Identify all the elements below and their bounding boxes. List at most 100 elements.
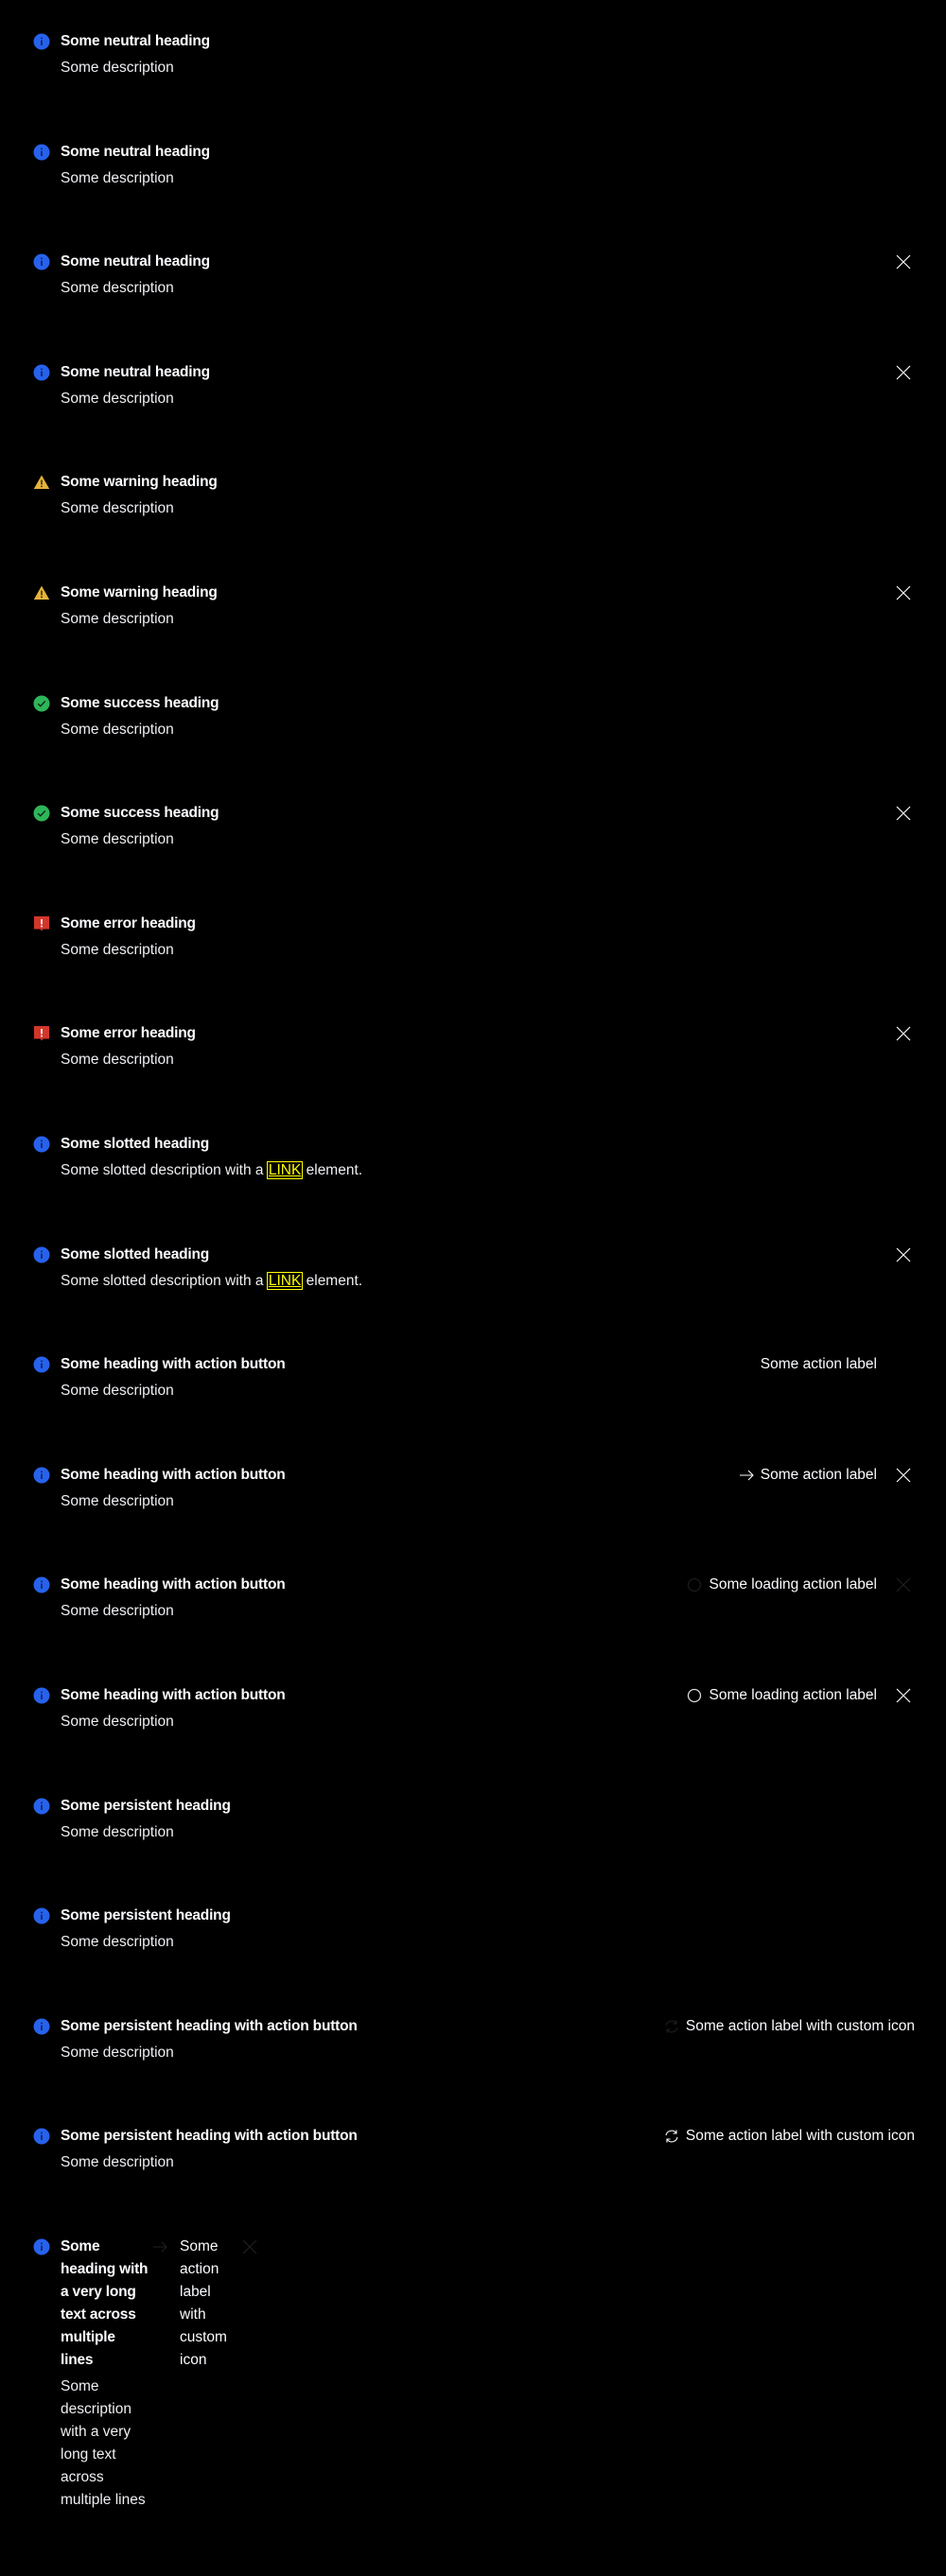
action-button[interactable]: Some action label with custom icon [663,2015,915,2038]
inline-notification-info: Some heading with action button Some desc… [0,1353,946,1463]
notification-content: Some slotted heading Some slotted descrip… [61,1133,362,1182]
spinner-icon [686,1687,703,1704]
notification-content: Some heading with action button Some desc… [61,1684,286,1733]
notification-description: Some description [61,2151,358,2174]
info-icon [33,2128,50,2145]
action-label: Some loading action label [709,1687,877,1703]
notification-heading: Some persistent heading [61,1797,231,1814]
notification-content: Some persistent heading with action butt… [61,2015,358,2064]
description-text: Some description [61,831,174,848]
notification-description: Some description [61,2042,358,2064]
notification-description: Some slotted description with a LINK ele… [61,1270,362,1293]
notification-description: Some description [61,1931,231,1954]
notification-content: Some persistent heading with action butt… [61,2125,358,2174]
description-text: Some slotted description with a [61,1272,264,1289]
action-button[interactable]: Some action label [761,1353,877,1376]
inline-notification-info: Some neutral heading Some description [0,30,946,140]
error-icon [33,1025,50,1042]
close-icon[interactable] [895,364,912,381]
warning-icon [33,474,50,491]
notification-description: Some description [61,388,210,410]
inline-notification-warning: Some warning heading Some description [0,471,946,581]
action-button[interactable]: Some loading action label [686,1574,877,1596]
inline-notification-success: Some success heading Some description [0,802,946,912]
inline-notification-info: Some heading with action button Some desc… [0,1464,946,1574]
notification-heading: Some neutral heading [61,143,210,160]
notification-heading: Some persistent heading [61,1907,231,1924]
info-icon [33,1907,50,1924]
description-text: Some description [61,1492,174,1509]
close-icon[interactable] [895,1467,912,1484]
close-icon[interactable] [895,253,912,270]
action-button[interactable]: Some loading action label [686,1684,877,1707]
description-text: Some description [61,721,174,738]
notification-heading: Some error heading [61,1025,196,1042]
action-button[interactable]: Some action label with custom icon [153,2236,231,2372]
action-label: Some action label [760,1466,877,1483]
notification-description: Some description [61,1490,286,1513]
notification-content: Some heading with a very long text acros… [61,2236,150,2512]
info-icon [33,2238,50,2255]
action-label: Some action label with custom icon [685,2017,915,2034]
action-label: Some action label with custom icon [180,2238,227,2368]
info-icon [33,2018,50,2035]
info-icon [33,1467,50,1484]
notification-heading: Some heading with action button [61,1466,286,1483]
description-text: Some slotted description with a [61,1162,264,1178]
notification-description: Some description [61,497,218,520]
warning-icon [33,584,50,601]
notification-description: Some description [61,608,218,631]
description-text: Some description [61,1383,174,1400]
info-icon [33,33,50,50]
description-text-after: element. [306,1162,363,1178]
notification-heading: Some heading with action button [61,1576,286,1593]
notification-description: Some description [61,277,210,300]
description-text: Some description [61,1714,174,1730]
reload-icon [663,2018,680,2035]
notification-description: Some description [61,167,210,190]
notification-content: Some success heading Some description [61,692,219,741]
inline-notification-info: Some heading with action button Some desc… [0,1574,946,1683]
reload-icon [663,2128,680,2145]
info-icon [33,1798,50,1815]
notification-content: Some success heading Some description [61,802,219,851]
action-button[interactable]: Some action label [738,1464,877,1487]
notification-description: Some description [61,719,219,741]
error-icon [33,915,50,932]
inline-notification-info: Some neutral heading Some description [0,251,946,360]
inline-notification-info: Some persistent heading with action butt… [0,2015,946,2125]
info-icon [33,1136,50,1153]
notification-content: Some persistent heading Some description [61,1905,231,1954]
description-text: Some description [61,611,174,627]
notification-content: Some heading with action button Some desc… [61,1574,286,1623]
notification-description: Some description [61,1049,196,1071]
notification-heading: Some heading with action button [61,1687,286,1703]
inline-notification-error: Some error heading Some description [0,913,946,1022]
action-button[interactable]: Some action label with custom icon [663,2125,915,2148]
close-icon[interactable] [895,584,912,601]
close-icon[interactable] [895,1025,912,1042]
close-icon[interactable] [895,1576,912,1593]
close-icon[interactable] [895,1246,912,1263]
description-link[interactable]: LINK [266,1271,304,1290]
info-icon [33,364,50,381]
description-text: Some description [61,1934,174,1951]
notification-description: Some description with a very long text a… [61,2376,150,2512]
notification-heading: Some slotted heading [61,1136,210,1152]
inline-notification-info: Some neutral heading Some description [0,141,946,251]
arrow-right-icon [738,1467,755,1484]
notification-description: Some description [61,1600,286,1623]
close-icon[interactable] [241,2238,258,2255]
notification-heading: Some heading with a very long text acros… [61,2238,149,2368]
description-link[interactable]: LINK [266,1161,304,1179]
description-text: Some description [61,1823,174,1840]
info-icon [33,253,50,270]
info-icon [33,1687,50,1704]
notification-heading: Some success heading [61,805,219,822]
close-icon[interactable] [895,805,912,822]
close-icon[interactable] [895,1687,912,1704]
notification-content: Some neutral heading Some description [61,251,210,300]
description-text: Some description [61,941,174,958]
notification-content: Some warning heading Some description [61,582,218,631]
description-text: Some description [61,1603,174,1620]
